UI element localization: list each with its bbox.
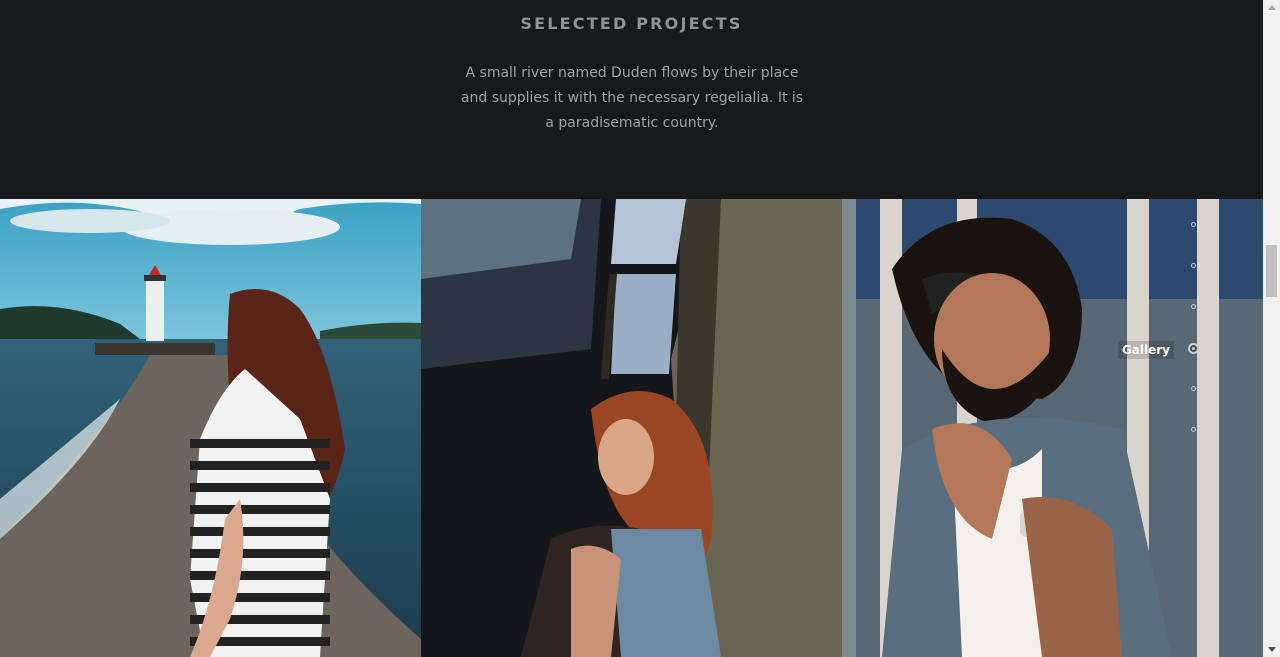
scroll-down-arrow-icon[interactable] [1268, 647, 1276, 652]
nav-dot-active[interactable] [1188, 343, 1199, 354]
woman-lighthouse-photo [0, 199, 421, 657]
nav-dot-3[interactable] [1191, 304, 1196, 309]
scroll-up-arrow-icon[interactable] [1268, 5, 1276, 10]
nav-dot-5[interactable] [1191, 386, 1196, 391]
project-tile-wall[interactable] [421, 199, 842, 657]
section-heading: SELECTED PROJECTS [520, 14, 743, 33]
nav-dot-6[interactable] [1191, 427, 1196, 432]
nav-dot-active-label[interactable]: Gallery [1117, 341, 1174, 359]
nav-dot-2[interactable] [1191, 263, 1196, 268]
section-lead: A small river named Duden flows by their… [460, 65, 804, 131]
project-gallery [0, 199, 1263, 657]
scrollbar[interactable] [1263, 0, 1280, 657]
project-tile-lighthouse[interactable] [0, 199, 421, 657]
section-dot-nav: Gallery [1100, 215, 1210, 445]
nav-dot-1[interactable] [1191, 222, 1196, 227]
projects-header: SELECTED PROJECTS A small river named Du… [0, 0, 1263, 199]
page: SELECTED PROJECTS A small river named Du… [0, 0, 1263, 657]
scroll-thumb[interactable] [1266, 245, 1277, 297]
woman-wall-photo [421, 199, 842, 657]
